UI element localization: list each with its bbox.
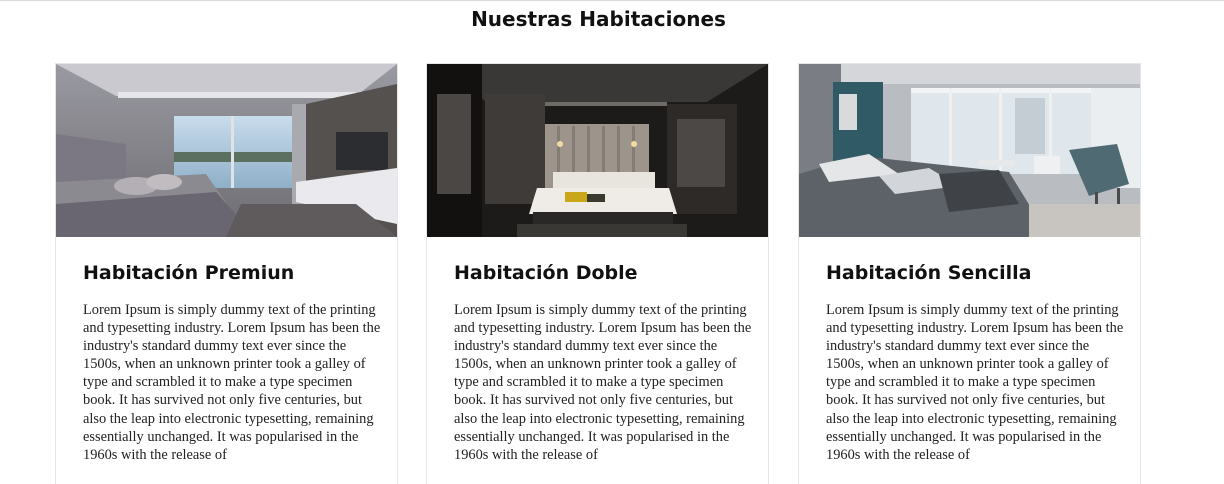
section-title: Nuestras Habitaciones [471,7,726,31]
room-card-premium: Habitación Premiun Lorem Ipsum is simply… [55,63,398,484]
room-title-premium: Habitación Premiun [83,262,295,284]
room-description-premium: Lorem Ipsum is simply dummy text of the … [83,302,381,463]
room-image-premium [56,64,397,237]
room-card-doble: Habitación Doble Lorem Ipsum is simply d… [426,63,769,484]
room-card-sencilla: Habitación Sencilla Lorem Ipsum is simpl… [798,63,1141,484]
room-image-doble [427,64,768,237]
room-title-sencilla: Habitación Sencilla [826,262,1032,284]
room-description-sencilla: Lorem Ipsum is simply dummy text of the … [826,302,1124,463]
room-description-doble: Lorem Ipsum is simply dummy text of the … [454,302,752,463]
room-image-sencilla [799,64,1140,237]
room-title-doble: Habitación Doble [454,262,638,284]
